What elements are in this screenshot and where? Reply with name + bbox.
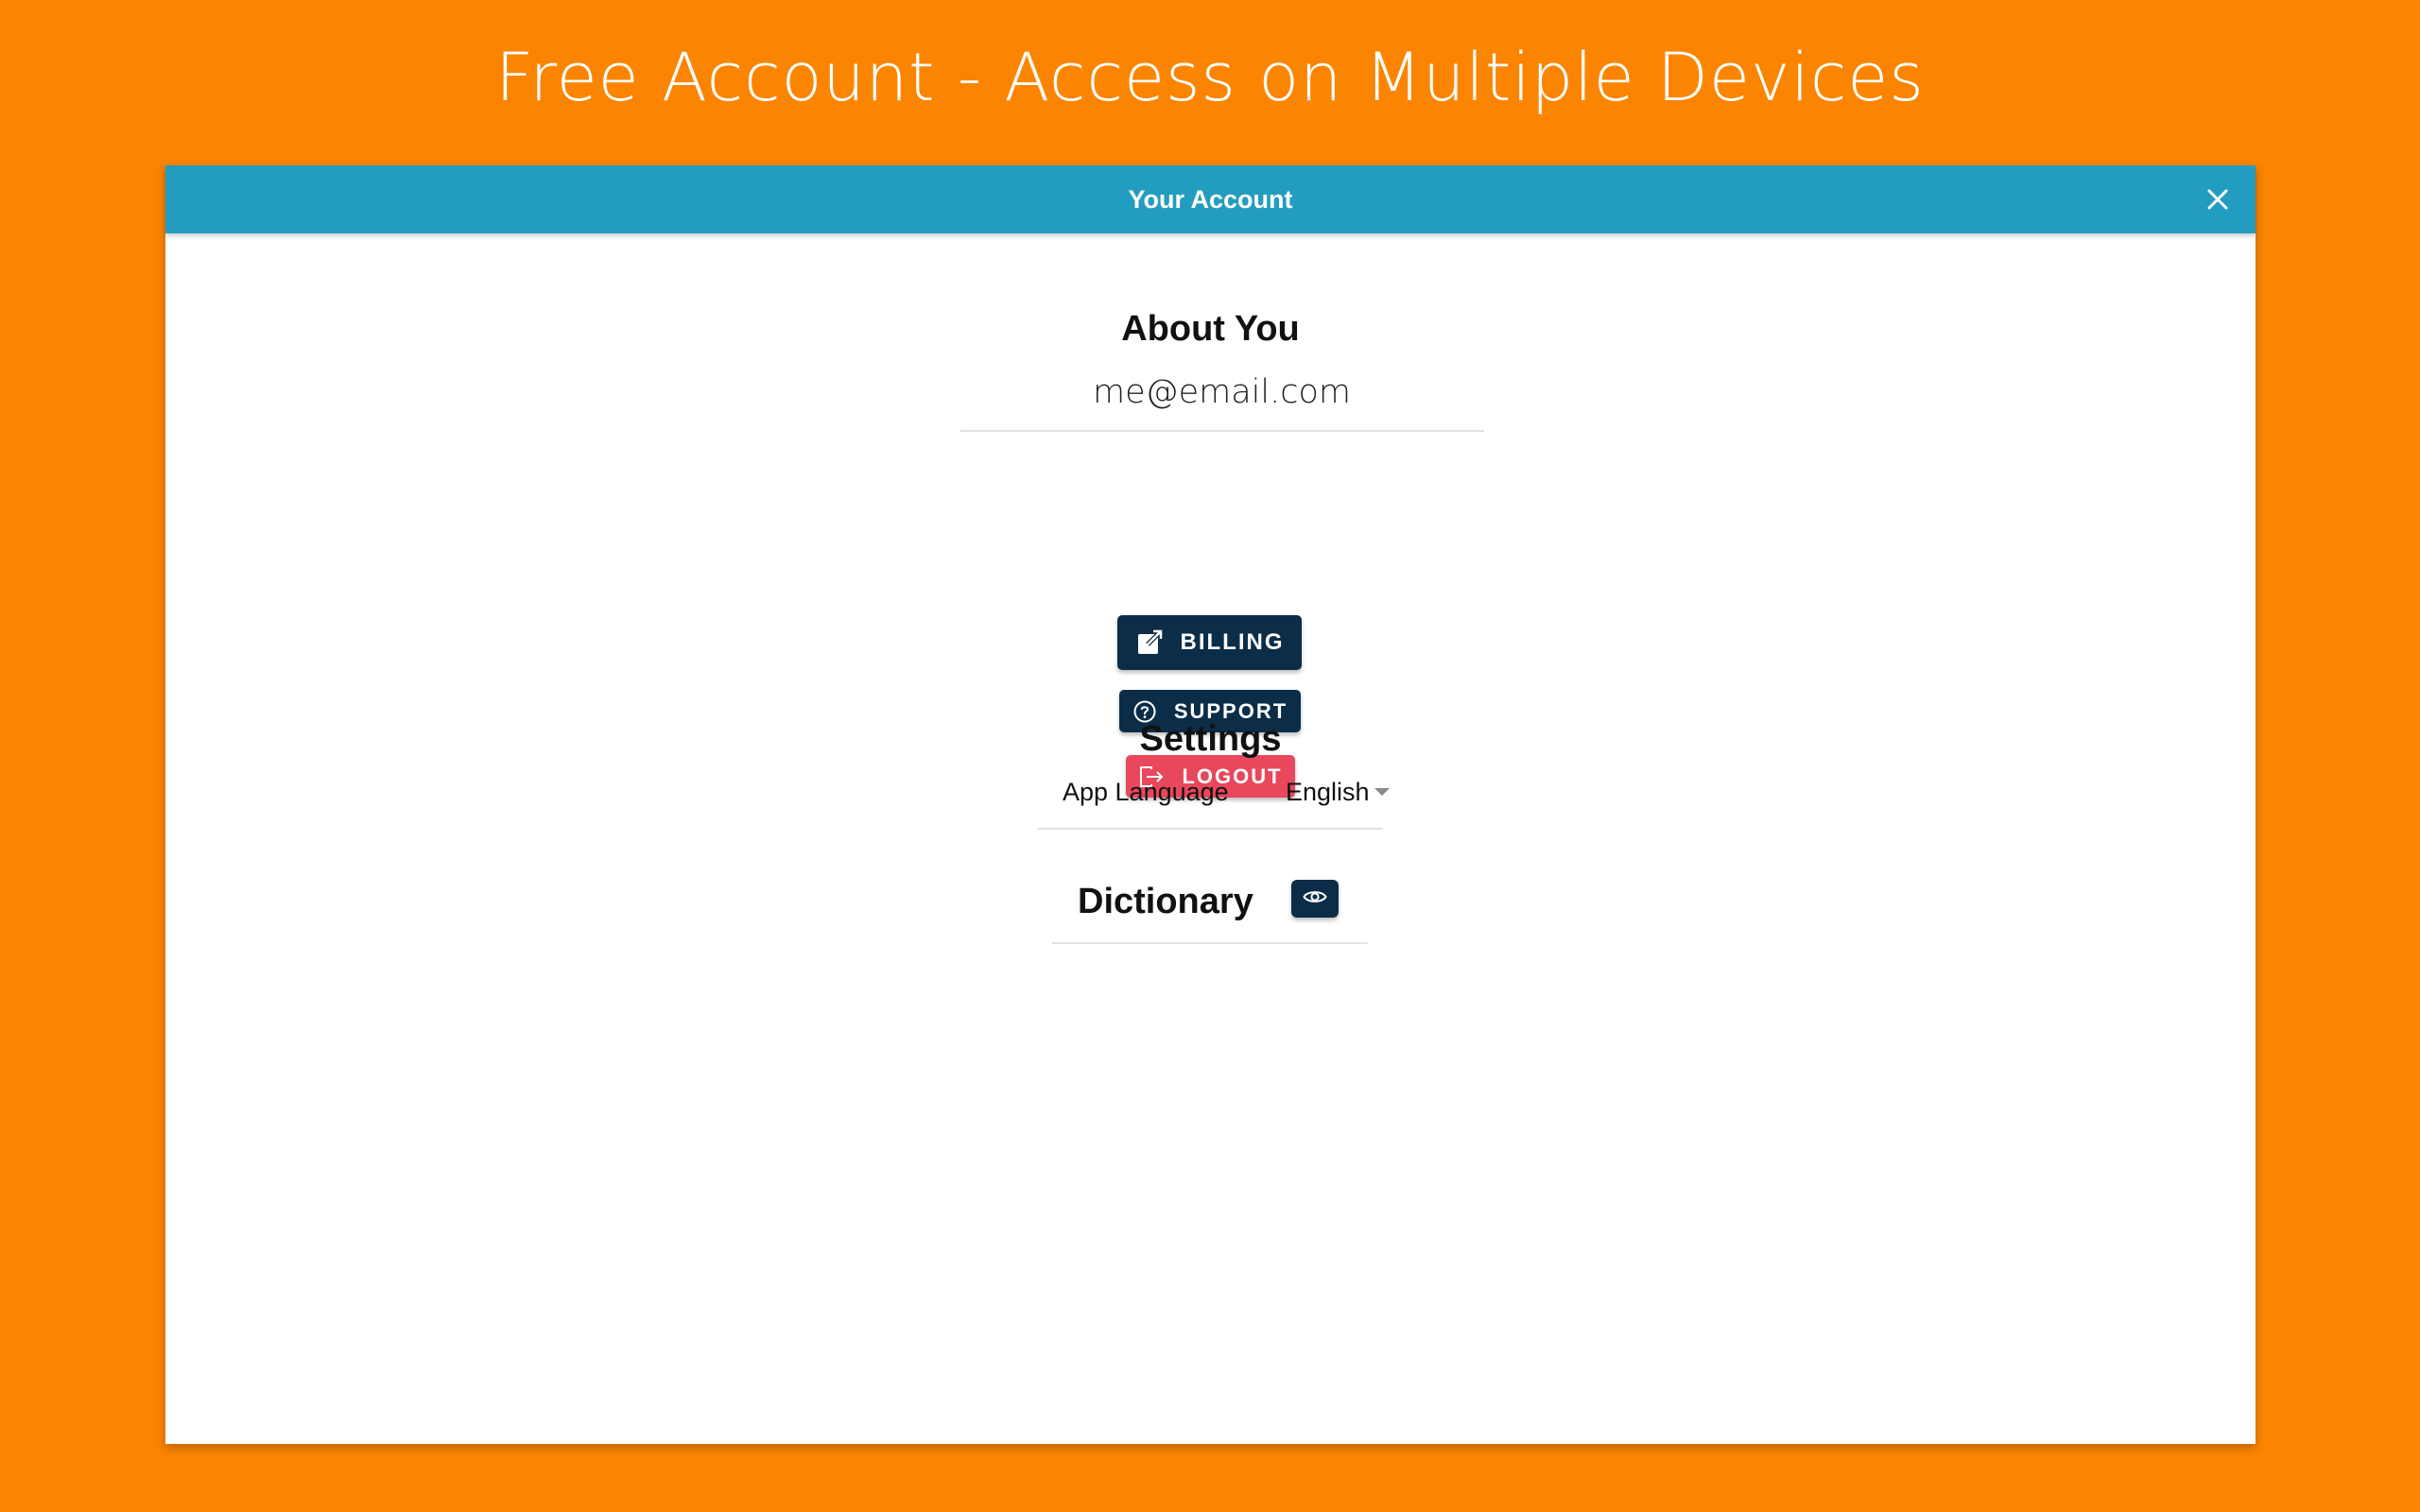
dictionary-heading: Dictionary <box>1078 882 1253 921</box>
account-dialog: Your Account About You me@email.com BILL… <box>165 165 2256 1444</box>
close-button[interactable] <box>2197 179 2238 220</box>
settings-heading: Settings <box>1139 719 1282 759</box>
dialog-title: Your Account <box>1128 185 1293 214</box>
dictionary-divider <box>1052 942 1368 944</box>
billing-label: BILLING <box>1180 629 1285 655</box>
app-language-select[interactable]: English <box>1286 770 1399 814</box>
dialog-titlebar: Your Account <box>165 165 2256 233</box>
app-language-row: App Language English <box>1038 770 1397 814</box>
dialog-content: About You me@email.com BILLING SUPPORT L… <box>165 233 2256 1444</box>
app-language-label: App Language <box>1063 778 1229 806</box>
dictionary-toggle-button[interactable] <box>1291 880 1339 918</box>
settings-divider <box>1037 828 1383 830</box>
billing-button[interactable]: BILLING <box>1117 615 1302 670</box>
about-you-heading: About You <box>1121 309 1300 349</box>
promo-headline: Free Account - Access on Multiple Device… <box>495 39 1925 116</box>
external-link-icon <box>1135 628 1164 657</box>
chevron-down-icon <box>1374 788 1390 796</box>
app-language-value: English <box>1286 778 1370 806</box>
email-divider <box>959 430 1484 432</box>
account-email: me@email.com <box>1092 373 1352 411</box>
close-icon <box>2197 179 2238 220</box>
eye-icon <box>1303 888 1327 910</box>
